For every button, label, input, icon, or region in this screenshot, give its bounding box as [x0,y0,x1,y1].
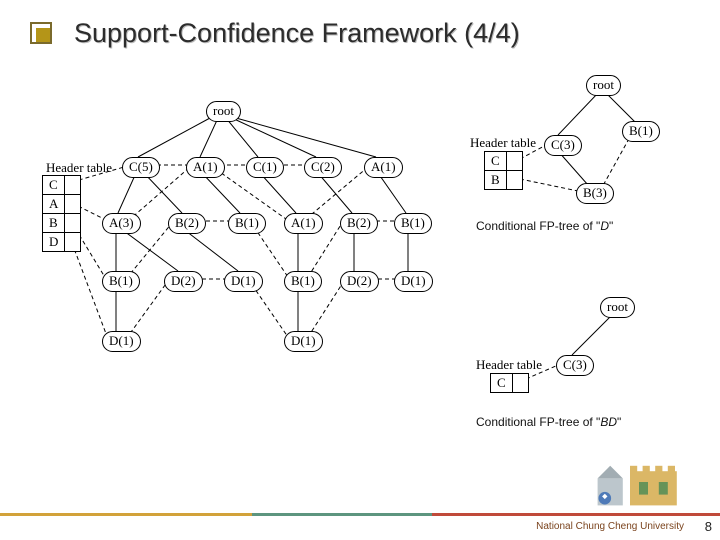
rd-l1-0: C(3) [544,135,582,156]
left-l3-1: D(2) [164,271,203,292]
title-bullet-icon [30,22,52,44]
left-l2-2: B(1) [228,213,266,234]
caption-bd-it: BD [600,415,617,429]
ht-d-b: B [485,171,507,190]
left-root: root [206,101,241,122]
left-l4-1: D(1) [284,331,323,352]
left-l1-4: A(1) [364,157,403,178]
left-l2-4: B(2) [340,213,378,234]
header-table-label-d: Header table [470,135,536,151]
rd-l2-0: B(3) [576,183,614,204]
ht-left-b: B [43,214,65,233]
ht-left-d: D [43,233,65,252]
page-number: 8 [705,519,712,534]
rd-root: root [586,75,621,96]
left-l2-1: B(2) [168,213,206,234]
caption-d-pre: Conditional FP-tree of " [476,219,600,233]
footer-rule [0,513,720,516]
left-l3-4: D(2) [340,271,379,292]
header-table-label-left: Header table [46,160,112,176]
caption-d: Conditional FP-tree of "D" [476,219,613,233]
caption-bd: Conditional FP-tree of "BD" [476,415,621,429]
left-l2-0: A(3) [102,213,141,234]
title-text: Support-Confidence Framework (4/4) [74,18,520,48]
rbd-l1-0: C(3) [556,355,594,376]
left-l1-0: C(5) [122,157,160,178]
ht-left-c: C [43,176,65,195]
caption-bd-pre: Conditional FP-tree of " [476,415,600,429]
header-table-left: C A B D [42,175,81,252]
caption-d-post: " [609,219,613,233]
header-table-d: C B [484,151,523,190]
left-l1-2: C(1) [246,157,284,178]
ht-bd-c: C [491,374,513,393]
slide-title: Support-Confidence Framework (4/4) Suppo… [0,0,720,55]
header-table-label-bd: Header table [476,357,542,373]
left-l3-0: B(1) [102,271,140,292]
rd-l1-1: B(1) [622,121,660,142]
caption-bd-post: " [617,415,621,429]
slide-content: Header table C A B D root C(5) A(1) C(1)… [0,55,720,495]
left-l3-2: D(1) [224,271,263,292]
university-logo-icon [594,454,684,510]
rbd-root: root [600,297,635,318]
footer-brand: National Chung Cheng University [536,521,684,532]
left-l3-3: B(1) [284,271,322,292]
left-l1-3: C(2) [304,157,342,178]
header-table-bd: C [490,373,529,393]
left-l4-0: D(1) [102,331,141,352]
ht-left-a: A [43,195,65,214]
left-l3-5: D(1) [394,271,433,292]
left-l2-5: B(1) [394,213,432,234]
left-l1-1: A(1) [186,157,225,178]
ht-d-c: C [485,152,507,171]
left-l2-3: A(1) [284,213,323,234]
caption-d-it: D [600,219,609,233]
